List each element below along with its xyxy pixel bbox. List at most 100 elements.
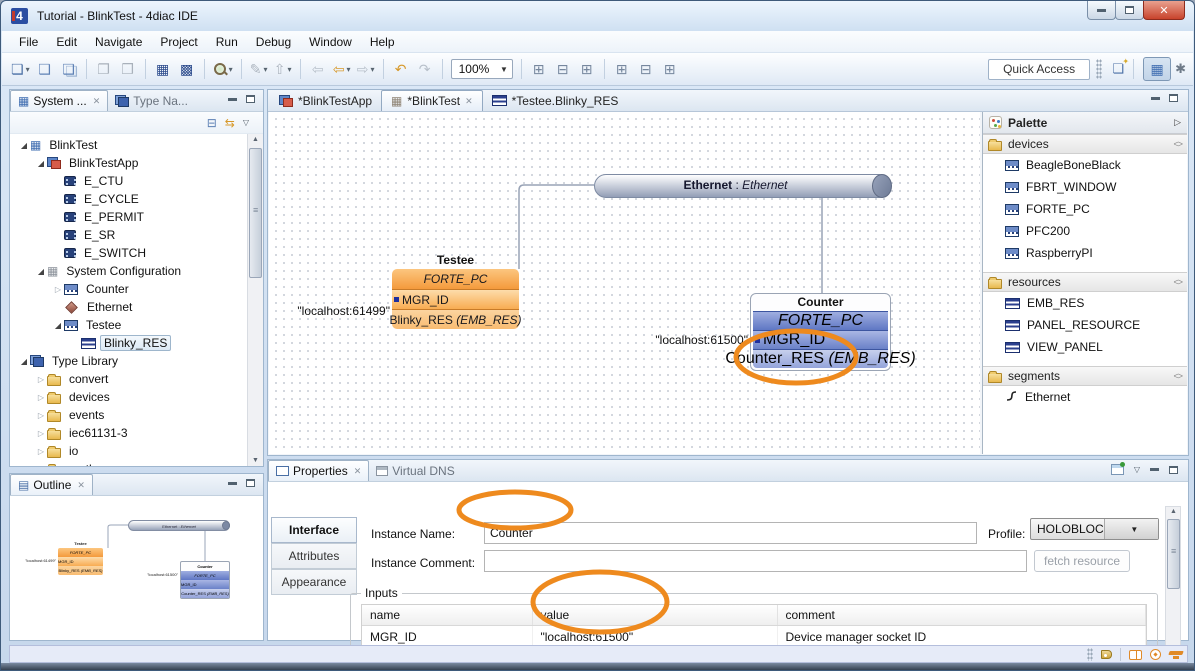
palette-item-fbrt_window[interactable]: FBRT_WINDOW bbox=[983, 176, 1187, 198]
close-icon[interactable]: ✕ bbox=[354, 466, 362, 477]
menu-window[interactable]: Window bbox=[300, 32, 361, 52]
tree-item-math[interactable]: ▷math bbox=[10, 460, 247, 466]
close-icon[interactable]: ✕ bbox=[93, 96, 101, 107]
outline-minimap[interactable]: Ethernet : Ethernet Testee FORTE_PC MGR_… bbox=[11, 496, 262, 639]
column-header-comment[interactable]: comment bbox=[777, 605, 1146, 625]
minimize-view-icon[interactable] bbox=[1150, 468, 1159, 471]
palette-item-forte_pc[interactable]: FORTE_PC bbox=[983, 198, 1187, 220]
tree-item-events[interactable]: ▷events bbox=[10, 406, 247, 424]
editor-tab--blinktest[interactable]: ▦*BlinkTest✕ bbox=[381, 90, 483, 111]
expand-arrow-icon[interactable]: ▷ bbox=[35, 393, 47, 402]
view-menu-icon[interactable]: ▽ bbox=[243, 118, 249, 127]
maximize-view-icon[interactable] bbox=[246, 479, 255, 487]
minimize-view-icon[interactable] bbox=[228, 482, 237, 485]
menu-file[interactable]: File bbox=[10, 32, 47, 52]
expand-arrow-icon[interactable]: ◢ bbox=[18, 357, 30, 366]
fetch-resource-button[interactable]: fetch resource bbox=[1034, 550, 1130, 572]
menu-edit[interactable]: Edit bbox=[47, 32, 86, 52]
tree-item-e-cycle[interactable]: E_CYCLE bbox=[10, 190, 247, 208]
tree-item-testee[interactable]: ◢Testee bbox=[10, 316, 247, 334]
layout-flatten-icon[interactable]: ⊞ bbox=[576, 57, 598, 81]
palette-section-resources[interactable]: resources<> bbox=[983, 272, 1187, 292]
collapse-palette-icon[interactable]: ▷ bbox=[1174, 117, 1181, 128]
expand-arrow-icon[interactable]: ◢ bbox=[52, 321, 64, 330]
palette-item-beagleboneblack[interactable]: BeagleBoneBlack bbox=[983, 154, 1187, 176]
redo-icon[interactable]: ↷ bbox=[414, 57, 436, 81]
testee-mgr-id-row[interactable]: MGR_ID bbox=[392, 289, 519, 309]
system-configuration-canvas[interactable]: Ethernet : Ethernet Testee FORTE_PC MGR_… bbox=[269, 112, 980, 454]
palette-item-pfc200[interactable]: PFC200 bbox=[983, 220, 1187, 242]
go-up-icon[interactable]: ⇧▾ bbox=[272, 57, 294, 81]
docs-book-icon[interactable] bbox=[1129, 650, 1142, 660]
deployment-perspective-icon[interactable]: ✱ bbox=[1175, 61, 1186, 77]
palette-section-segments[interactable]: segments<> bbox=[983, 366, 1187, 386]
tree-item-blinktest[interactable]: ◢▦BlinkTest bbox=[10, 136, 247, 154]
profile-dropdown[interactable]: HOLOBLOC▼ bbox=[1030, 518, 1159, 540]
new-subapplication-icon[interactable]: ❒ bbox=[117, 57, 139, 81]
expand-arrow-icon[interactable]: ▷ bbox=[35, 429, 47, 438]
palette-header[interactable]: Palette ▷ bbox=[983, 112, 1187, 134]
tab-system-explorer[interactable]: ▦ System ... ✕ bbox=[10, 90, 108, 111]
back-icon[interactable]: ⇦▾ bbox=[331, 57, 353, 81]
tree-item-e-permit[interactable]: E_PERMIT bbox=[10, 208, 247, 226]
expand-arrow-icon[interactable]: ▷ bbox=[35, 465, 47, 467]
palette-item-view_panel[interactable]: VIEW_PANEL bbox=[983, 336, 1187, 358]
tree-item-blinktestapp[interactable]: ◢BlinkTestApp bbox=[10, 154, 247, 172]
minimize-editor-icon[interactable] bbox=[1151, 97, 1160, 100]
counter-mgr-id-row[interactable]: MGR_ID bbox=[753, 330, 888, 349]
tree-item-iec61131-3[interactable]: ▷iec61131-3 bbox=[10, 424, 247, 442]
minimize-window-button[interactable] bbox=[1087, 1, 1116, 20]
pin-view-icon[interactable] bbox=[1111, 464, 1124, 475]
distribute-h-icon[interactable]: ⊞ bbox=[611, 57, 633, 81]
close-icon[interactable]: ✕ bbox=[465, 96, 473, 107]
tree-item-e-ctu[interactable]: E_CTU bbox=[10, 172, 247, 190]
insert-fb-icon[interactable]: ▦ bbox=[152, 57, 174, 81]
tree-item-devices[interactable]: ▷devices bbox=[10, 388, 247, 406]
insert-interface-element-icon[interactable]: ▩ bbox=[176, 57, 198, 81]
expand-arrow-icon[interactable]: ▷ bbox=[35, 447, 47, 456]
pin-section-icon[interactable]: <> bbox=[1173, 139, 1182, 149]
quick-access-box[interactable]: Quick Access bbox=[988, 59, 1090, 80]
layout-group-icon[interactable]: ⊞ bbox=[528, 57, 550, 81]
dropdown-arrow-icon[interactable]: ▾ bbox=[287, 65, 291, 74]
close-window-button[interactable]: ✕ bbox=[1143, 1, 1185, 20]
editor-tab--testee-blinky-res[interactable]: *Testee.Blinky_RES bbox=[483, 90, 628, 111]
tree-item-type-library[interactable]: ◢Type Library bbox=[10, 352, 247, 370]
save-icon[interactable]: ❑ bbox=[34, 57, 56, 81]
maximize-view-icon[interactable] bbox=[1169, 466, 1178, 474]
ethernet-segment[interactable]: Ethernet : Ethernet bbox=[594, 174, 891, 198]
menu-run[interactable]: Run bbox=[207, 32, 247, 52]
instance-name-input[interactable]: Counter bbox=[484, 522, 977, 544]
menu-help[interactable]: Help bbox=[361, 32, 404, 52]
tab-properties[interactable]: Properties ✕ bbox=[268, 460, 369, 481]
dropdown-arrow-icon[interactable]: ▾ bbox=[26, 65, 30, 74]
layout-ungroup-icon[interactable]: ⊟ bbox=[552, 57, 574, 81]
testee-device-block[interactable]: FORTE_PC MGR_ID Blinky_RES (EMB_RES) bbox=[392, 269, 519, 329]
tree-item-convert[interactable]: ▷convert bbox=[10, 370, 247, 388]
tag-icon[interactable] bbox=[1101, 650, 1112, 659]
menu-navigate[interactable]: Navigate bbox=[86, 32, 151, 52]
statusbar-drag-handle[interactable] bbox=[1087, 648, 1093, 661]
forward-icon[interactable]: ⇨▾ bbox=[355, 57, 377, 81]
column-header-value[interactable]: value bbox=[532, 605, 777, 625]
side-tab-interface[interactable]: Interface bbox=[271, 517, 357, 543]
tutorial-cap-icon[interactable] bbox=[1169, 650, 1183, 659]
tree-item-ethernet[interactable]: Ethernet bbox=[10, 298, 247, 316]
dropdown-arrow-icon[interactable]: ▼ bbox=[1104, 519, 1158, 539]
tree-item-e-switch[interactable]: E_SWITCH bbox=[10, 244, 247, 262]
system-perspective-button[interactable]: ▦ bbox=[1143, 57, 1171, 81]
match-size-icon[interactable]: ⊞ bbox=[659, 57, 681, 81]
properties-scrollbar[interactable]: ▲ ▼ bbox=[1165, 506, 1181, 658]
view-menu-icon[interactable]: ▽ bbox=[1134, 465, 1140, 474]
toolbar-drag-handle[interactable] bbox=[1096, 59, 1102, 79]
minimize-view-icon[interactable] bbox=[228, 98, 237, 101]
last-edit-location-icon[interactable]: ✎▾ bbox=[248, 57, 270, 81]
expand-arrow-icon[interactable]: ▷ bbox=[35, 375, 47, 384]
tree-item-counter[interactable]: ▷Counter bbox=[10, 280, 247, 298]
maximize-window-button[interactable] bbox=[1115, 1, 1144, 20]
data-input-pin[interactable] bbox=[394, 297, 399, 302]
close-icon[interactable]: ✕ bbox=[77, 480, 85, 491]
palette-item-panel_resource[interactable]: PANEL_RESOURCE bbox=[983, 314, 1187, 336]
side-tab-attributes[interactable]: Attributes bbox=[271, 543, 357, 569]
expand-arrow-icon[interactable]: ▷ bbox=[35, 411, 47, 420]
